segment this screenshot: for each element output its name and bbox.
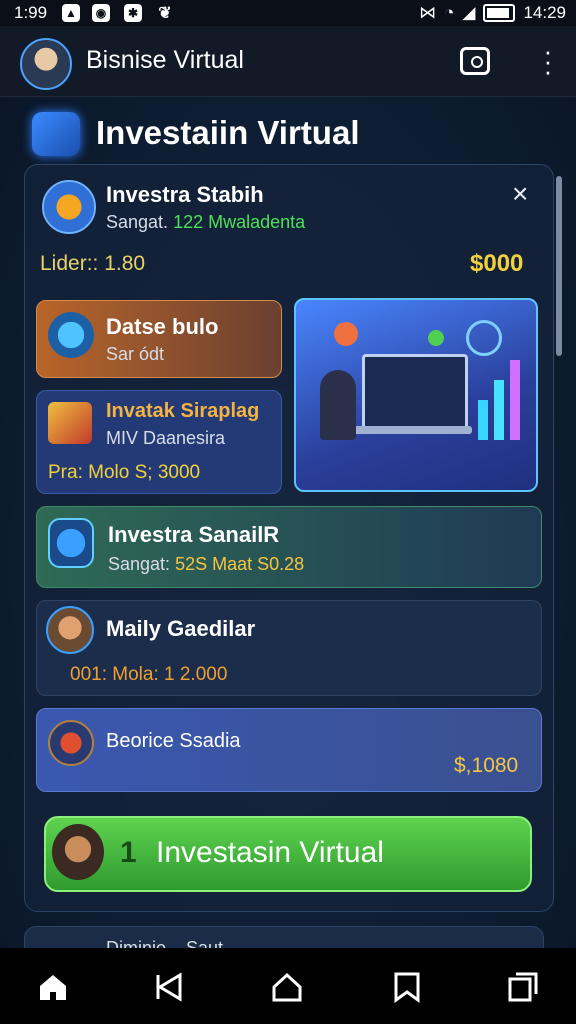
recents-icon[interactable] [506,970,540,1004]
cta-number: 1 [120,836,137,869]
card-subtitle: Sangat: 52S Maat S0.28 [108,554,305,574]
vibrate-icon: ⋈ [419,3,437,22]
price-label: 001: Mola: 1 2.000 [70,664,228,685]
amount: $000 [470,250,524,277]
home-outline-icon[interactable] [270,970,304,1004]
card-subtitle: Sar ódt [106,344,165,364]
notification-icon: ◉ [92,4,110,22]
avatar[interactable] [20,38,72,90]
status-right: ⋈ ◔ ◢ 14:29 [419,3,566,23]
notification-icon: ▲ [62,4,80,22]
card-title: Investra Stabih [106,182,264,207]
card-title: Datse bulo [106,314,219,339]
shield-icon [48,312,94,358]
more-menu-icon[interactable]: · · · [540,38,556,84]
wifi-icon: ◔ [444,3,455,22]
notification-icon: ✱ [124,4,142,22]
target-icon [42,180,96,234]
price-label: Pra: Molo S; 3000 [48,462,201,483]
book-icon [48,402,92,444]
leader-label: Lider:: 1.80 [40,252,146,275]
card-title: Maily Gaedilar [106,616,256,641]
card-title: Beorice Ssadia [106,730,241,752]
status-time: 1:99 [14,3,48,22]
status-time-right: 14:29 [523,3,566,22]
avatar [46,606,94,654]
card-subtitle: MIV Daanesira [106,428,226,448]
close-button[interactable]: × [512,178,528,210]
scrollbar[interactable] [556,176,562,356]
leaf-icon: ❦ [158,5,172,22]
app-title: Bisnise Virtual [86,46,244,74]
avatar [52,824,104,880]
card-title: Invatak Siraplag [106,400,260,422]
back-icon[interactable] [152,970,186,1004]
card-title: Investra SanailR [108,522,280,547]
signal-icon: ◢ [462,3,476,22]
investment-illustration [294,298,538,492]
camera-icon[interactable] [460,47,490,75]
shield-icon [48,518,94,568]
cta-label: Investasin Virtual [156,836,384,869]
battery-icon [483,4,516,22]
bookmark-icon[interactable] [390,970,424,1004]
card-icon [48,720,94,766]
amount: $,1080 [454,754,519,777]
page-title: Investaiin Virtual [96,114,360,151]
home-icon[interactable] [36,970,70,1004]
coins-icon [32,112,80,156]
card-subtitle: Sangat. 122 Mwaladenta [106,212,306,232]
